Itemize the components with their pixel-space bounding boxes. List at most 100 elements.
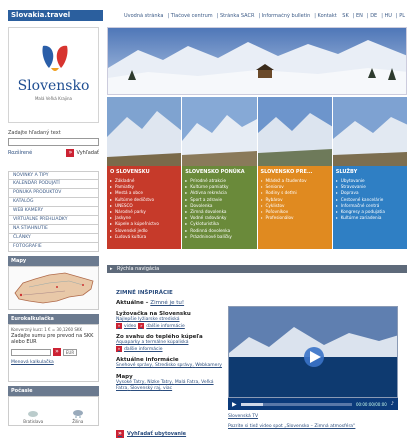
top-link-bulletin[interactable]: Informačný bulletin	[262, 13, 311, 19]
item-info-link[interactable]: ďalšie informácie	[146, 324, 185, 329]
tile-list: Ubytovanie Stravovanie Doprava Cestovné …	[336, 178, 404, 221]
info-icon: »	[138, 323, 145, 329]
brand-logo[interactable]: Slovakia.travel	[8, 10, 103, 21]
lang-de[interactable]: DE	[370, 13, 377, 19]
item-video-link[interactable]: video	[124, 324, 136, 329]
top-links: Úvodná stránka | Tlačové centrum | Stránka…	[124, 13, 406, 19]
search-input[interactable]	[8, 138, 99, 146]
list-item: Lyžovačka na Slovensku Najlepšie lyžiars…	[116, 311, 222, 329]
tile-title[interactable]: SLOVENSKO PONÚKA	[185, 169, 253, 175]
quick-navigation-bar[interactable]: Rýchla navigácia	[107, 265, 407, 273]
category-tiles: O SLOVENSKU Základné Pamiatky Mestá a ob…	[107, 97, 407, 249]
list-item: Aktuálne – Zimné je tu!	[116, 300, 185, 306]
weather-widget: Bratislava Žilina	[8, 396, 99, 426]
tile-link[interactable]: Ľudová kultúra	[110, 234, 178, 240]
tile-list: Prírodné atrakcie Kultúrne pamiatky Aktí…	[185, 178, 253, 240]
weather-day: Žilina	[72, 408, 84, 424]
item-sublink: Vysoké Tatry, Nízke Tatry, Malá Fatra, V…	[116, 380, 214, 391]
nav-item-photos[interactable]: FOTOGRAFIE	[8, 243, 99, 252]
currency-select[interactable]: EUR	[63, 348, 77, 356]
tile-body: SLOVENSKO PONÚKA Prírodné atrakcie Kultú…	[182, 166, 256, 249]
tile-photo-mountains	[107, 97, 182, 166]
video-link[interactable]: Slovenská TV	[228, 414, 403, 419]
tile-body: SLUŽBY Ubytovanie Stravovanie Doprava Ce…	[333, 166, 407, 249]
tile-title[interactable]: SLOVENSKO PRE...	[261, 169, 329, 175]
convert-icon[interactable]: »	[53, 348, 61, 356]
video-player[interactable]	[228, 306, 398, 398]
lang-sk[interactable]: SK	[342, 13, 348, 19]
tile-list: Základné Pamiatky Mestá a obce Kultúrne …	[110, 178, 178, 240]
sublink[interactable]: viac	[163, 386, 172, 391]
tile-slovakia-for[interactable]: SLOVENSKO PRE... Mládež a študentov Seni…	[257, 97, 332, 249]
accommodation-label: Vyhľadať ubytovanie	[127, 431, 187, 437]
tile-about-slovakia[interactable]: O SLOVENSKU Základné Pamiatky Mestá a ob…	[107, 97, 182, 249]
item-title: Aktuálne	[116, 300, 144, 306]
nav-item-downloads[interactable]: NA STIAHNUTIE	[8, 225, 99, 234]
video-link[interactable]: Pozrite si tiež video spot „Slovensko – …	[228, 424, 403, 429]
sublink[interactable]: Slovenský raj	[130, 386, 160, 391]
sublink[interactable]: Snehové správy	[116, 363, 152, 368]
slovensko-logo[interactable]: Slovensko Malá Veľká Krajina	[8, 27, 99, 123]
cloud-icon	[28, 411, 39, 417]
tile-photo-ridge	[332, 97, 407, 166]
list-item: Mapy Vysoké Tatry, Nízke Tatry, Malá Fat…	[116, 374, 222, 392]
top-link-home[interactable]: Úvodná stránka	[124, 13, 163, 19]
video-controls: ▶ 00:00:00/00:00 ♪	[228, 398, 398, 410]
sublink[interactable]: Stredisko správy	[155, 363, 192, 368]
sidebar: Slovensko Malá Veľká Krajina Zadajte hľa…	[8, 27, 99, 426]
top-bar: Slovakia.travel Úvodná stránka | Tlačové …	[0, 0, 411, 26]
nav-item-catalog[interactable]: KATALÓG	[8, 198, 99, 207]
search-button[interactable]: » Vyhľadať	[66, 149, 99, 157]
video-links: Slovenská TV Pozrite si tiež video spot …	[228, 414, 403, 434]
search-accommodation-link[interactable]: » Vyhľadať ubytovanie	[116, 430, 186, 438]
content-area: ZIMNÉ INŠPIRÁCIE Aktuálne – Zimné je tu!…	[116, 290, 406, 448]
advanced-search-link[interactable]: Rozšírené	[8, 150, 32, 156]
section-heading: ZIMNÉ INŠPIRÁCIE	[116, 290, 173, 296]
play-icon[interactable]: ▶	[232, 401, 237, 408]
nav-item-events[interactable]: KALENDÁR PODUJATÍ	[8, 180, 99, 189]
nav-item-products[interactable]: PONUKA PRODUKTOV	[8, 189, 99, 198]
tile-list: Mládež a študentov Seniorov Rodiny s deť…	[261, 178, 329, 221]
inspiration-list: Aktuálne – Zimné je tu! Lyžovačka na Slo…	[116, 300, 222, 397]
weather-city-label: Bratislava	[23, 419, 44, 424]
seek-bar[interactable]	[240, 402, 352, 406]
nav-item-virtual-tours[interactable]: VIRTUÁLNE PREHLIADKY	[8, 216, 99, 225]
top-link-sacr[interactable]: Stránka SACR	[220, 13, 254, 19]
weather-city-label: Žilina	[72, 419, 84, 424]
nav-item-news[interactable]: NOVINKY A TIPY	[8, 171, 99, 180]
tile-title[interactable]: SLUŽBY	[336, 169, 404, 175]
tile-link[interactable]: Profesionálov	[261, 215, 329, 221]
tile-photo-valley	[257, 97, 332, 166]
map-widget[interactable]	[8, 266, 99, 310]
lang-hu[interactable]: HU	[385, 13, 392, 19]
item-link[interactable]: Zimné je tu!	[150, 300, 184, 306]
currency-calculator-link[interactable]: Menová kalkulačka	[11, 360, 96, 365]
sublink[interactable]: Webkamery	[195, 363, 222, 368]
tile-link[interactable]: Kultúrne zariadenia	[336, 215, 404, 221]
tile-title[interactable]: O SLOVENSKU	[110, 169, 178, 175]
sublink[interactable]: Nízke Tatry	[147, 380, 172, 385]
video-thumbnail	[229, 307, 397, 397]
top-link-contact[interactable]: Kontakt	[318, 13, 337, 19]
logo-mark-icon	[42, 45, 68, 71]
top-link-press[interactable]: Tlačové centrum	[171, 13, 213, 19]
euro-calculator: Konverzný kurz: 1 € = 30,1260 SKK Zadajt…	[8, 324, 99, 382]
lang-pl[interactable]: PL	[399, 13, 405, 19]
nav-item-articles[interactable]: ČLÁNKY	[8, 234, 99, 243]
lang-en[interactable]: EN	[356, 13, 363, 19]
sublink[interactable]: Malá Fatra	[175, 380, 198, 385]
nav-item-webcams[interactable]: WEB KAMERY	[8, 207, 99, 216]
tile-slovakia-offers[interactable]: SLOVENSKO PONÚKA Prírodné atrakcie Kultú…	[182, 97, 257, 249]
tile-link[interactable]: Prázdninové balíčky	[185, 234, 253, 240]
tile-photo-peaks	[182, 97, 257, 166]
euro-rate: Konverzný kurz: 1 € = 30,1260 SKK	[11, 327, 83, 332]
search-icon: »	[66, 149, 75, 157]
tile-services[interactable]: SLUŽBY Ubytovanie Stravovanie Doprava Ce…	[332, 97, 407, 249]
main-area	[107, 27, 407, 95]
snow-cloud-icon	[72, 410, 83, 418]
euro-amount-input[interactable]	[11, 348, 51, 356]
volume-icon[interactable]: ♪	[391, 401, 394, 407]
sublink[interactable]: Vysoké Tatry	[116, 380, 144, 385]
item-info-link[interactable]: ďalšie informácie	[124, 347, 163, 352]
search-box: Zadajte hľadaný text Rozšírené » Vyhľadať	[8, 126, 99, 168]
